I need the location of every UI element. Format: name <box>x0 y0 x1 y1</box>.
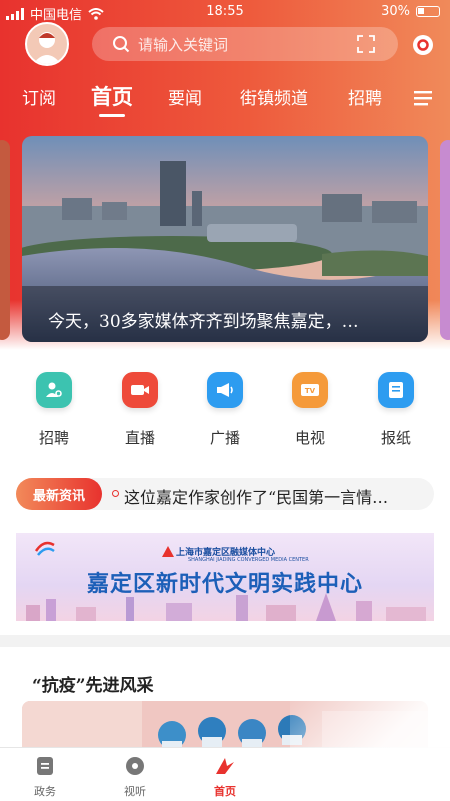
section-title[interactable]: “抗疫”先进风采 <box>32 671 154 696</box>
message-icon[interactable] <box>411 33 435 57</box>
battery-icon <box>416 6 440 17</box>
tab-home[interactable]: 首页 <box>91 81 133 111</box>
news-ticker-headline[interactable]: 这位嘉定作家创作了“民国第一言情… <box>124 484 424 508</box>
search-icon <box>113 36 130 53</box>
ad-banner[interactable]: 上海市嘉定区融媒体中心 SHANGHAI JIADING CONVERGED M… <box>16 533 434 621</box>
quick-action-live[interactable]: 直播 <box>110 372 170 448</box>
tabbar-label: 政务 <box>34 785 56 798</box>
svg-text:TV: TV <box>305 387 316 395</box>
quick-action-newspaper[interactable]: 报纸 <box>366 372 426 448</box>
tab-recruit[interactable]: 招聘 <box>348 84 382 109</box>
battery-percent: 30% <box>381 4 410 19</box>
quick-action-label: 电视 <box>294 429 325 447</box>
megaphone-icon <box>207 372 243 408</box>
person-search-icon <box>36 372 72 408</box>
tv-icon: TV <box>292 372 328 408</box>
active-tab-indicator <box>99 114 125 117</box>
menu-icon[interactable] <box>414 90 432 106</box>
tab-news[interactable]: 要闻 <box>168 84 202 109</box>
tab-town-channel[interactable]: 街镇频道 <box>240 84 308 109</box>
newspaper-icon <box>378 372 414 408</box>
corner-fade-overlay <box>290 690 450 800</box>
logo-icon <box>34 541 55 556</box>
banner-caption[interactable]: 今天，30多家媒体齐齐到场聚焦嘉定，… <box>48 307 408 332</box>
document-icon <box>37 757 53 775</box>
tabbar-item-media[interactable]: 视听 <box>105 756 165 799</box>
quick-action-label: 直播 <box>124 429 155 447</box>
tabbar-label: 视听 <box>124 785 146 798</box>
tabbar-item-home[interactable]: 首页 <box>195 756 255 799</box>
news-ticker[interactable]: 最新资讯 这位嘉定作家创作了“民国第一言情… <box>16 478 434 510</box>
carousel-banner[interactable]: 今天，30多家媒体齐齐到场聚焦嘉定，… <box>22 136 428 342</box>
search-bar[interactable]: 请输入关键词 <box>92 27 398 61</box>
quick-action-radio[interactable]: 广播 <box>195 372 255 448</box>
quick-action-recruit[interactable]: 招聘 <box>24 372 84 448</box>
tab-subscribe[interactable]: 订阅 <box>22 84 56 109</box>
skyline-illustration <box>26 593 426 621</box>
scan-icon[interactable] <box>356 34 376 54</box>
bullet-icon <box>112 490 119 497</box>
avatar[interactable] <box>25 22 69 66</box>
video-camera-icon <box>122 372 158 408</box>
quick-action-tv[interactable]: TV 电视 <box>280 372 340 448</box>
section-divider <box>0 635 450 647</box>
search-placeholder[interactable]: 请输入关键词 <box>138 34 356 55</box>
disc-icon <box>126 757 144 775</box>
next-slide-peek[interactable] <box>440 140 450 340</box>
home-logo-icon <box>216 758 234 774</box>
status-bar: 中国电信 18:55 30% <box>0 0 450 24</box>
quick-action-label: 报纸 <box>380 429 411 447</box>
prev-slide-peek[interactable] <box>0 140 10 340</box>
quick-action-label: 广播 <box>209 429 240 447</box>
channel-nav: 订阅 首页 要闻 街镇频道 招聘 <box>0 78 450 118</box>
ad-org-name-en: SHANGHAI JIADING CONVERGED MEDIA CENTER <box>188 557 309 563</box>
quick-action-label: 招聘 <box>38 429 69 447</box>
tabbar-item-government[interactable]: 政务 <box>15 756 75 799</box>
tabbar-label: 首页 <box>214 785 236 798</box>
news-ticker-tag: 最新资讯 <box>16 478 102 510</box>
media-center-logo-icon <box>162 546 174 557</box>
